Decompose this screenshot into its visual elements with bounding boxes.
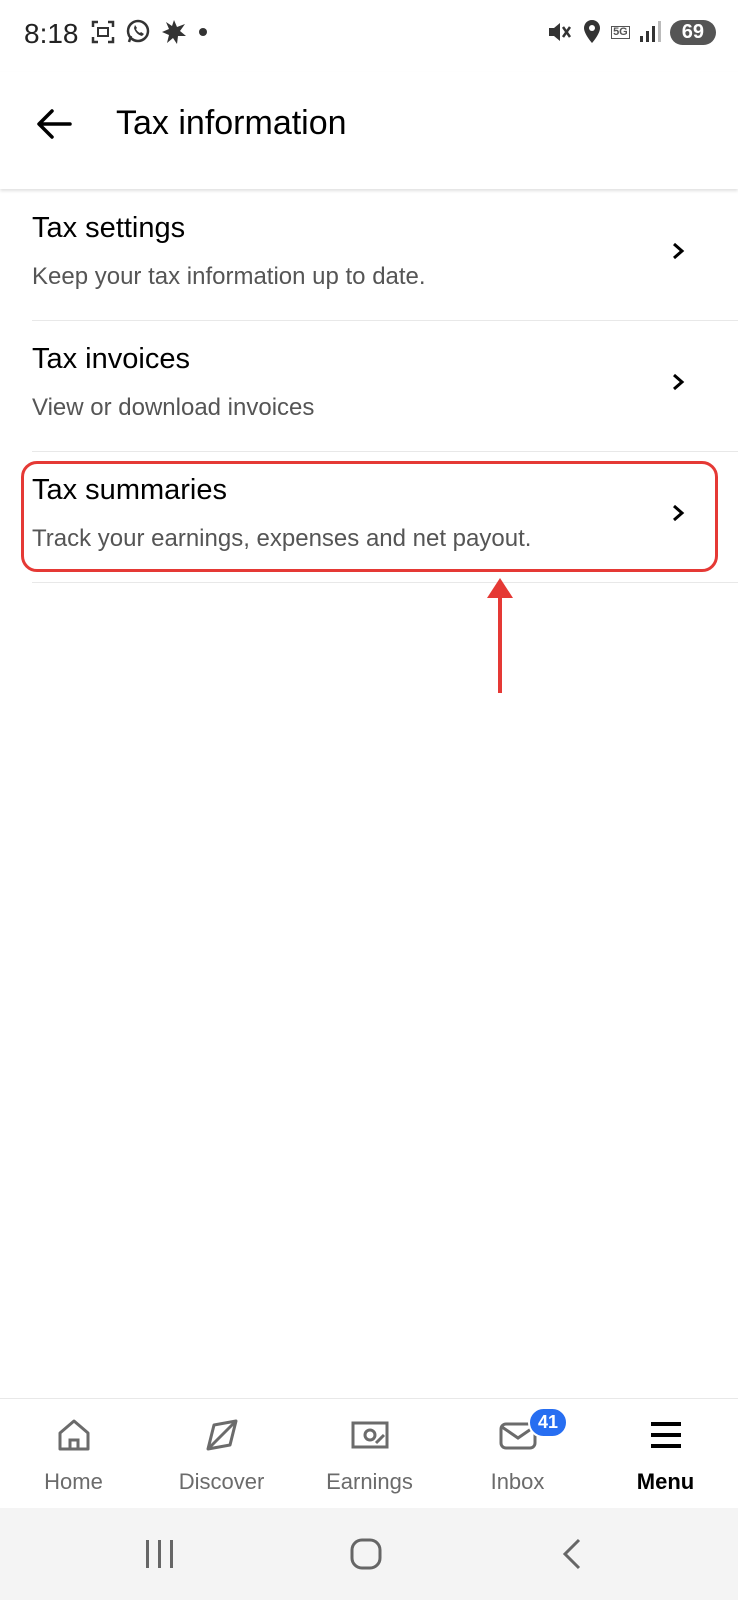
- inbox-badge: 41: [528, 1407, 569, 1438]
- signal-icon: [639, 21, 661, 42]
- dot-icon: [199, 28, 207, 36]
- compass-icon: [206, 1419, 237, 1451]
- list-item-tax-invoices[interactable]: Tax invoices View or download invoices: [32, 321, 738, 452]
- network-5g-icon: 5G: [611, 25, 630, 39]
- nav-label: Earnings: [326, 1469, 413, 1494]
- bottom-navigation: Home Discover Earnings 41 Inbox Menu: [0, 1398, 738, 1509]
- arrow-left-icon[interactable]: [32, 102, 76, 146]
- nav-label: Menu: [636, 1469, 695, 1494]
- highlight-box: [21, 461, 718, 572]
- location-icon: [584, 20, 601, 43]
- menu-icon: [650, 1422, 681, 1448]
- arrow-up-annotation-icon: [487, 578, 513, 693]
- home-icon: [58, 1419, 89, 1451]
- status-bar: 8:18 5G 69: [0, 0, 738, 72]
- page-title: Tax information: [116, 104, 347, 142]
- nav-item-inbox[interactable]: 41 Inbox: [444, 1399, 591, 1509]
- back-chevron-icon[interactable]: [551, 1532, 595, 1576]
- list-item-title: Tax invoices: [32, 343, 190, 375]
- chevron-right-icon: [673, 373, 685, 391]
- system-navigation-bar: [0, 1508, 738, 1600]
- nav-item-earnings[interactable]: Earnings: [296, 1399, 443, 1509]
- burst-icon: [162, 20, 186, 44]
- chevron-right-icon: [673, 242, 685, 260]
- list-item-tax-settings[interactable]: Tax settings Keep your tax information u…: [32, 190, 738, 321]
- nav-item-menu[interactable]: Menu: [592, 1399, 738, 1509]
- list-item-title: Tax settings: [32, 212, 186, 244]
- top-app-bar: Tax information: [0, 72, 738, 189]
- cash-icon: [351, 1421, 388, 1449]
- screenshot-icon: [91, 20, 115, 44]
- status-time: 8:18: [24, 18, 79, 49]
- mute-vibrate-icon: [549, 23, 572, 41]
- battery-icon: 69: [669, 19, 716, 45]
- list-item-subtitle: Keep your tax information up to date.: [32, 263, 426, 290]
- recents-icon[interactable]: [138, 1532, 182, 1576]
- home-circle-icon[interactable]: [344, 1532, 388, 1576]
- status-left-icons: [90, 18, 210, 46]
- nav-item-home[interactable]: Home: [0, 1399, 147, 1509]
- nav-label: Home: [44, 1469, 103, 1494]
- whatsapp-icon: [126, 19, 150, 43]
- nav-label: Discover: [178, 1469, 265, 1494]
- nav-label: Inbox: [490, 1469, 545, 1494]
- list-item-subtitle: View or download invoices: [32, 394, 315, 421]
- nav-item-discover[interactable]: Discover: [148, 1399, 295, 1509]
- status-right-icons: 5G 69: [545, 18, 716, 46]
